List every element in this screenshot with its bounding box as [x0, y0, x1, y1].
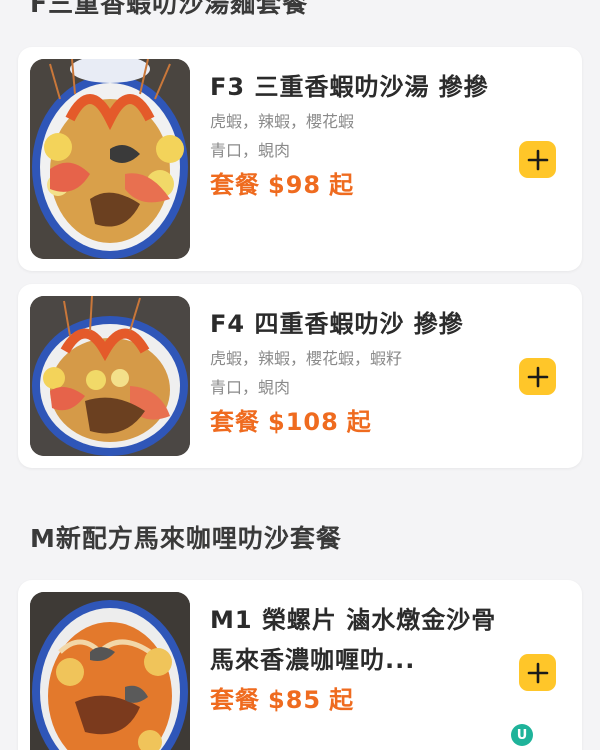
item-desc-line2: 青口，蜆肉	[210, 378, 291, 397]
item-price: 套餐 $108 起	[210, 402, 498, 442]
menu-item-card[interactable]: M1 榮螺片 滷水燉金沙骨 馬來香濃咖喱叻... 套餐 $85 起	[18, 580, 582, 750]
plus-icon	[527, 149, 548, 170]
item-price: 套餐 $98 起	[210, 165, 498, 205]
item-desc-line2: 青口，蜆肉	[210, 141, 291, 160]
item-name: F3 三重香蝦叻沙湯 摻摻	[210, 73, 489, 101]
menu-item-card[interactable]: F3 三重香蝦叻沙湯 摻摻 虎蝦，辣蝦，櫻花蝦 青口，蜆肉 套餐 $98 起	[18, 47, 582, 271]
price-value: $98	[268, 171, 322, 199]
menu-item-card[interactable]: F4 四重香蝦叻沙 摻摻 虎蝦，辣蝦，櫻花蝦，蝦籽 青口，蜆肉 套餐 $108 起	[18, 284, 582, 468]
price-value: $85	[268, 686, 322, 714]
food-photo-icon	[30, 59, 190, 259]
price-label: 套餐	[210, 171, 260, 199]
section-title-m: M新配方馬來咖哩叻沙套餐	[30, 524, 342, 553]
price-value: $108	[268, 408, 339, 436]
item-desc-line1: 虎蝦，辣蝦，櫻花蝦	[210, 112, 355, 131]
item-price: 套餐 $85 起	[210, 680, 498, 720]
menu-item-info: F3 三重香蝦叻沙湯 摻摻 虎蝦，辣蝦，櫻花蝦 青口，蜆肉 套餐 $98 起	[210, 67, 498, 205]
food-photo-icon	[30, 592, 190, 750]
price-suffix: 起	[329, 171, 355, 199]
item-desc-line1: 虎蝦，辣蝦，櫻花蝦，蝦籽	[210, 349, 403, 368]
item-name: M1 榮螺片 滷水燉金沙骨 馬來香濃咖喱叻...	[210, 606, 497, 674]
item-name: F4 四重香蝦叻沙 摻摻	[210, 310, 464, 338]
price-label: 套餐	[210, 686, 260, 714]
add-button[interactable]	[519, 141, 556, 178]
add-button[interactable]	[519, 654, 556, 691]
price-suffix: 起	[329, 686, 355, 714]
plus-icon	[527, 366, 548, 387]
section-title-f: F三重香蝦叻沙湯麵套餐	[30, 0, 309, 18]
menu-item-info: F4 四重香蝦叻沙 摻摻 虎蝦，辣蝦，櫻花蝦，蝦籽 青口，蜆肉 套餐 $108 起	[210, 304, 498, 442]
menu-item-info: M1 榮螺片 滷水燉金沙骨 馬來香濃咖喱叻... 套餐 $85 起	[210, 600, 498, 720]
add-button[interactable]	[519, 358, 556, 395]
price-label: 套餐	[210, 408, 260, 436]
menu-screen: F三重香蝦叻沙湯麵套餐 F3 三重香蝦叻沙湯 摻摻 虎蝦，辣蝦，櫻花蝦 青口，蜆…	[0, 0, 600, 750]
watermark-logo: U	[511, 724, 533, 746]
food-photo-icon	[30, 296, 190, 456]
plus-icon	[527, 662, 548, 683]
price-suffix: 起	[346, 408, 372, 436]
